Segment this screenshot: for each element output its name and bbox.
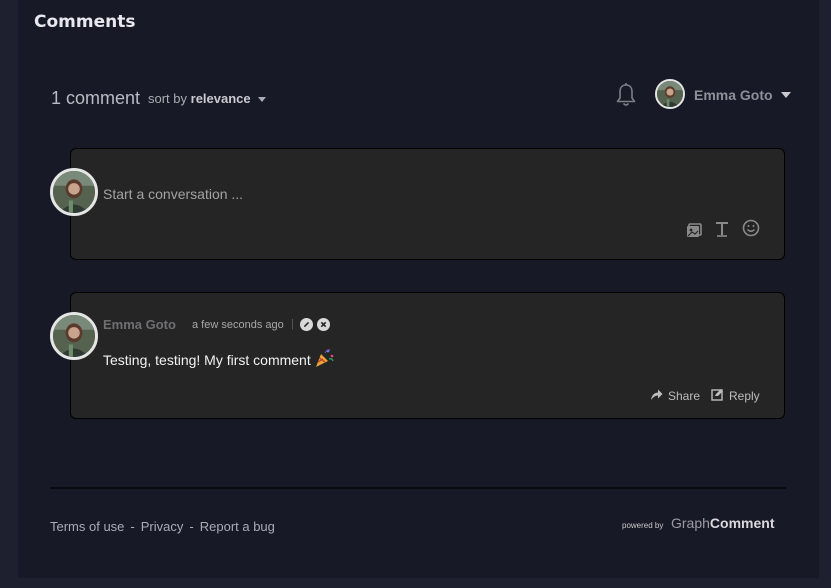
comment-count: 1 comment: [51, 88, 141, 108]
footer-dash: -: [189, 519, 194, 534]
report-bug-link[interactable]: Report a bug: [200, 519, 275, 534]
reply-icon: [711, 389, 723, 401]
user-name[interactable]: Emma Goto: [694, 87, 773, 103]
powered-by-label: powered by: [622, 521, 664, 530]
user-menu-chevron-icon[interactable]: [781, 92, 791, 98]
party-popper-icon: [316, 349, 334, 367]
brand-light: Graph: [671, 515, 710, 531]
footer-links: Terms of use - Privacy - Report a bug: [50, 519, 275, 534]
image-icon[interactable]: [686, 220, 704, 238]
comment-text: Testing, testing! My first comment: [103, 352, 311, 368]
user-avatar[interactable]: [655, 79, 685, 109]
share-label: Share: [668, 389, 701, 403]
delete-icon[interactable]: [317, 318, 330, 331]
text-format-icon[interactable]: [713, 220, 731, 238]
chevron-down-icon: [258, 97, 267, 103]
sort-prefix: sort by: [148, 91, 188, 106]
footer-dash: -: [130, 519, 135, 534]
graphcomment-logo[interactable]: GraphComment: [671, 515, 774, 531]
sort-value: relevance: [190, 91, 251, 106]
footer-divider: [50, 487, 786, 489]
edit-icon[interactable]: [300, 318, 313, 331]
comment-author[interactable]: Emma Goto: [103, 317, 176, 332]
section-title: Comments: [34, 12, 136, 32]
composer-avatar: [50, 168, 98, 216]
privacy-link[interactable]: Privacy: [141, 519, 184, 534]
comment-composer[interactable]: [70, 148, 785, 260]
terms-link[interactable]: Terms of use: [50, 519, 124, 534]
brand-bold: Comment: [709, 515, 775, 531]
share-arrow-icon: [651, 389, 663, 400]
composer-input[interactable]: Start a conversation ...: [103, 186, 243, 202]
sort-dropdown[interactable]: sort by relevance: [148, 91, 267, 106]
meta-separator: |: [291, 318, 294, 330]
smiley-icon[interactable]: [742, 219, 760, 237]
bell-icon[interactable]: [614, 82, 638, 108]
comment-timestamp[interactable]: a few seconds ago: [192, 319, 284, 331]
comment-author-avatar[interactable]: [50, 312, 98, 360]
reply-label: Reply: [729, 389, 760, 403]
